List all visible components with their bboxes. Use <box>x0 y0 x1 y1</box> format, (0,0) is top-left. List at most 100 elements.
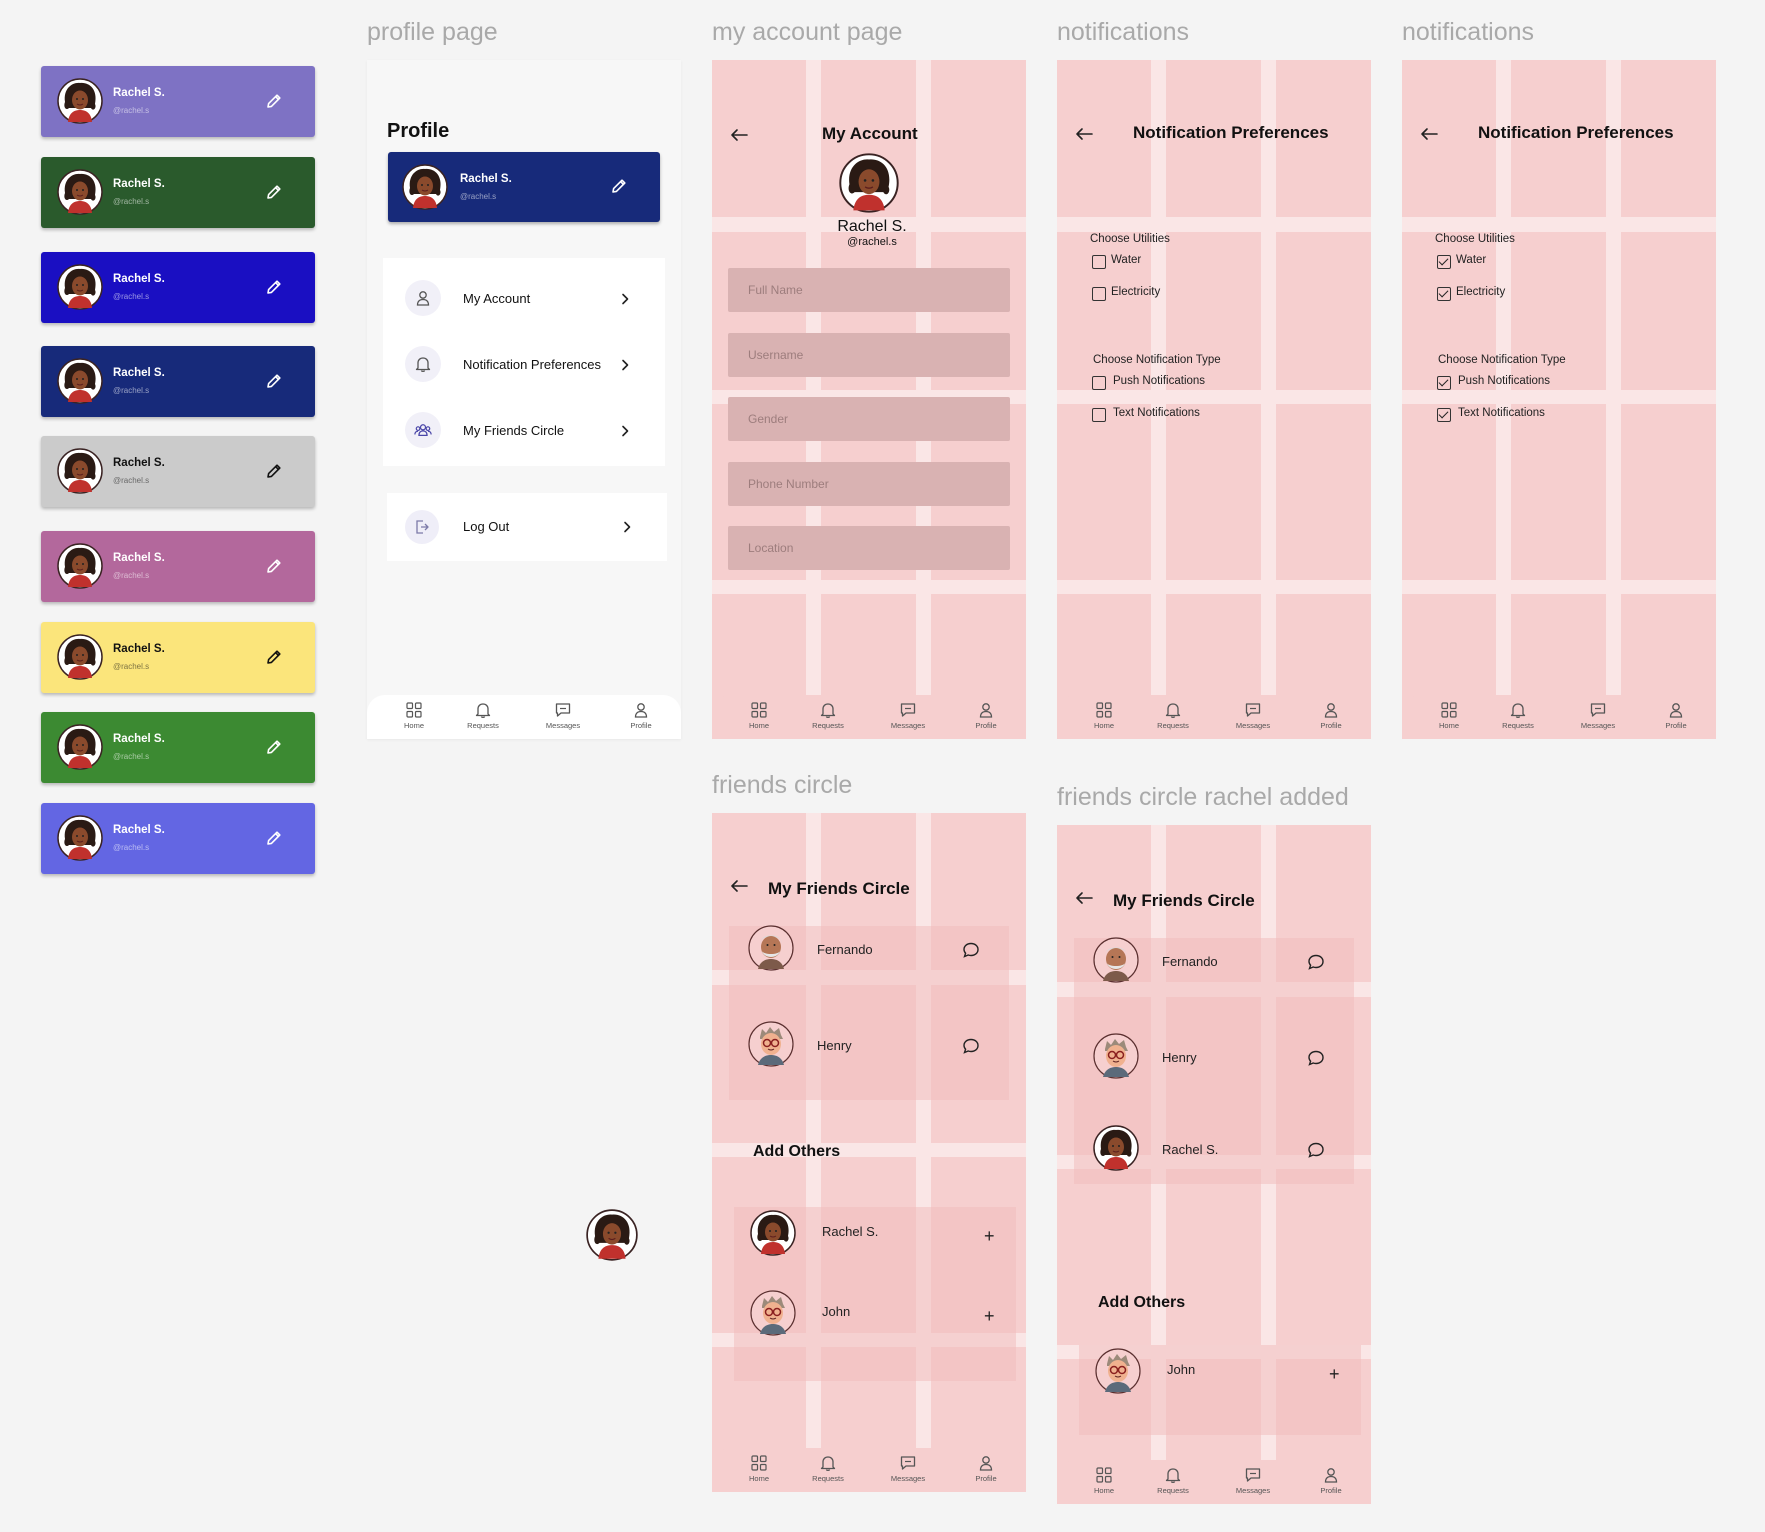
nav-home[interactable]: Home <box>1074 1466 1134 1495</box>
edit-pencil-icon[interactable] <box>265 557 283 575</box>
nav-home[interactable]: Home <box>729 701 789 730</box>
nav-profile[interactable]: Profile <box>1646 701 1706 730</box>
edit-pencil-icon[interactable] <box>265 648 283 666</box>
nav-home[interactable]: Home <box>384 701 444 730</box>
edit-pencil-icon[interactable] <box>610 177 628 195</box>
menu-icon-bg <box>405 412 441 448</box>
profile-card-variant[interactable]: Rachel S. @rachel.s <box>41 712 315 783</box>
checkbox-water[interactable] <box>1437 255 1451 269</box>
chat-icon <box>554 701 572 719</box>
profile-handle: @rachel.s <box>113 106 150 115</box>
back-arrow-icon[interactable] <box>730 879 748 893</box>
nav-messages[interactable]: Messages <box>1568 701 1628 730</box>
profile-card-variant[interactable]: Rachel S. @rachel.s <box>41 252 315 323</box>
back-arrow-icon[interactable] <box>730 128 748 142</box>
back-arrow-icon[interactable] <box>1420 127 1438 141</box>
floating-avatar <box>586 1209 638 1261</box>
nav-home[interactable]: Home <box>1074 701 1134 730</box>
menu-item-my-account[interactable]: My Account <box>383 274 665 324</box>
nav-profile[interactable]: Profile <box>1301 1466 1361 1495</box>
add-plus-icon[interactable]: + <box>984 1227 995 1245</box>
checkbox-electricity[interactable] <box>1437 287 1451 301</box>
message-bubble-icon[interactable] <box>1307 953 1325 971</box>
message-bubble-icon[interactable] <box>962 941 980 959</box>
nav-requests[interactable]: Requests <box>1143 701 1203 730</box>
checkbox-label: Text Notifications <box>1458 407 1545 419</box>
nav-messages[interactable]: Messages <box>878 1454 938 1483</box>
edit-pencil-icon[interactable] <box>265 278 283 296</box>
friend-avatar <box>1093 1033 1139 1079</box>
nav-messages[interactable]: Messages <box>878 701 938 730</box>
menu-icon-bg <box>405 280 441 316</box>
profile-card-variant[interactable]: Rachel S. @rachel.s <box>41 346 315 417</box>
nav-label: Home <box>1438 721 1459 730</box>
profile-card[interactable]: Rachel S. @rachel.s <box>388 152 660 222</box>
edit-pencil-icon[interactable] <box>265 462 283 480</box>
chat-icon <box>899 701 917 719</box>
profile-card-variant[interactable]: Rachel S. @rachel.s <box>41 436 315 507</box>
field-placeholder: Location <box>748 541 794 555</box>
nav-requests[interactable]: Requests <box>798 1454 858 1483</box>
field-location[interactable]: Location <box>728 526 1010 570</box>
back-arrow-icon[interactable] <box>1075 127 1093 141</box>
add-plus-icon[interactable]: + <box>1329 1365 1340 1383</box>
profile-handle: @rachel.s <box>113 292 150 301</box>
chat-icon <box>1589 701 1607 719</box>
edit-pencil-icon[interactable] <box>265 92 283 110</box>
bottom-nav: Home Requests Messages Profile <box>1402 695 1716 739</box>
nav-requests[interactable]: Requests <box>453 701 513 730</box>
friend-avatar <box>1093 1125 1139 1171</box>
nav-messages[interactable]: Messages <box>1223 701 1283 730</box>
checkbox-water[interactable] <box>1092 255 1106 269</box>
message-bubble-icon[interactable] <box>962 1037 980 1055</box>
nav-messages[interactable]: Messages <box>533 701 593 730</box>
nav-profile[interactable]: Profile <box>956 1454 1016 1483</box>
back-arrow-icon[interactable] <box>1075 891 1093 905</box>
edit-pencil-icon[interactable] <box>265 738 283 756</box>
profile-card-variant[interactable]: Rachel S. @rachel.s <box>41 531 315 602</box>
page-title: My Friends Circle <box>1113 891 1255 910</box>
nav-profile[interactable]: Profile <box>611 701 671 730</box>
avatar <box>57 724 103 770</box>
field-placeholder: Username <box>748 347 804 362</box>
nav-requests[interactable]: Requests <box>1488 701 1548 730</box>
nav-requests[interactable]: Requests <box>1143 1466 1203 1495</box>
edit-pencil-icon[interactable] <box>265 183 283 201</box>
edit-pencil-icon[interactable] <box>265 829 283 847</box>
profile-card-variant[interactable]: Rachel S. @rachel.s <box>41 622 315 693</box>
checkbox-push-notifications[interactable] <box>1437 376 1451 390</box>
field-full-name[interactable]: Full Name <box>728 268 1010 312</box>
profile-card-variant[interactable]: Rachel S. @rachel.s <box>41 66 315 137</box>
field-gender[interactable]: Gender <box>728 397 1010 441</box>
menu-item-my-friends-circle[interactable]: My Friends Circle <box>383 406 665 456</box>
chevron-right-icon <box>619 293 631 305</box>
nav-requests[interactable]: Requests <box>798 701 858 730</box>
checkbox-electricity[interactable] <box>1092 287 1106 301</box>
nav-profile[interactable]: Profile <box>1301 701 1361 730</box>
profile-card-variant[interactable]: Rachel S. @rachel.s <box>41 803 315 874</box>
checkbox-label: Push Notifications <box>1113 375 1206 387</box>
notification-type-label: Choose Notification Type <box>1093 354 1221 366</box>
account-avatar <box>839 153 899 213</box>
grid-row <box>712 580 1026 594</box>
message-bubble-icon[interactable] <box>1307 1049 1325 1067</box>
message-bubble-icon[interactable] <box>1307 1141 1325 1159</box>
nav-home[interactable]: Home <box>729 1454 789 1483</box>
profile-name: Rachel S. <box>113 87 165 99</box>
profile-handle: @rachel.s <box>460 192 497 201</box>
chat-icon <box>1244 701 1262 719</box>
checkbox-text-notifications[interactable] <box>1437 408 1451 422</box>
nav-home[interactable]: Home <box>1419 701 1479 730</box>
field-username[interactable]: Username <box>728 332 1010 377</box>
nav-messages[interactable]: Messages <box>1223 1466 1283 1495</box>
profile-card-variant[interactable]: Rachel S. @rachel.s <box>41 157 315 228</box>
checkbox-text-notifications[interactable] <box>1092 408 1106 422</box>
nav-profile[interactable]: Profile <box>956 701 1016 730</box>
add-plus-icon[interactable]: + <box>984 1307 995 1325</box>
menu-item-notification-preferences[interactable]: Notification Preferences <box>383 340 665 390</box>
field-phone-number[interactable]: Phone Number <box>728 461 1010 506</box>
checkbox-push-notifications[interactable] <box>1092 376 1106 390</box>
logout-label: Log Out <box>463 519 510 534</box>
edit-pencil-icon[interactable] <box>265 372 283 390</box>
logout-row[interactable]: Log Out <box>387 493 667 561</box>
